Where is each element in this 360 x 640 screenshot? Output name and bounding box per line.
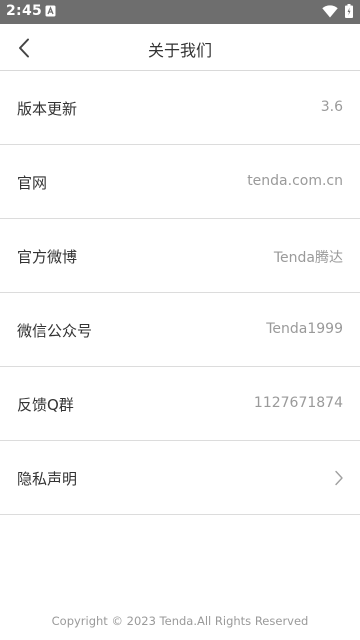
row-label: 反馈Q群 [17, 396, 74, 414]
about-list: 版本更新 3.6 官网 tenda.com.cn 官方微博 Tenda腾达 微信… [0, 71, 360, 515]
row-wechat-account[interactable]: 微信公众号 Tenda1999 [0, 293, 360, 367]
row-official-weibo[interactable]: 官方微博 Tenda腾达 [0, 219, 360, 293]
row-value: 3.6 [320, 99, 343, 115]
row-label: 版本更新 [17, 100, 78, 118]
row-value: tenda.com.cn [247, 173, 343, 189]
app-notification-icon [45, 5, 56, 17]
row-value: Tenda1999 [266, 321, 343, 337]
row-version-update[interactable]: 版本更新 3.6 [0, 71, 360, 145]
row-value: Tenda腾达 [273, 250, 343, 266]
copyright-footer: Copyright © 2023 Tenda.All Rights Reserv… [51, 614, 309, 628]
row-label: 隐私声明 [17, 470, 78, 488]
battery-icon [345, 4, 353, 18]
row-label: 微信公众号 [17, 322, 93, 340]
status-bar: 2:45 [0, 0, 360, 24]
row-label: 官网 [17, 174, 48, 192]
row-privacy-statement[interactable]: 隐私声明 [0, 441, 360, 515]
chevron-right-icon [335, 470, 343, 486]
page-title: 关于我们 [147, 41, 212, 60]
row-value: 1127671874 [253, 395, 343, 411]
row-feedback-qq-group[interactable]: 反馈Q群 1127671874 [0, 367, 360, 441]
row-label: 官方微博 [17, 248, 78, 266]
header-bar: 关于我们 [0, 24, 360, 71]
wifi-icon [322, 5, 338, 18]
about-us-screen: 2:45 关于我们 版本更新 3.6 官网 tenda.com.cn 官方微博 … [0, 0, 360, 640]
row-official-website[interactable]: 官网 tenda.com.cn [0, 145, 360, 219]
status-time: 2:45 [6, 3, 43, 19]
